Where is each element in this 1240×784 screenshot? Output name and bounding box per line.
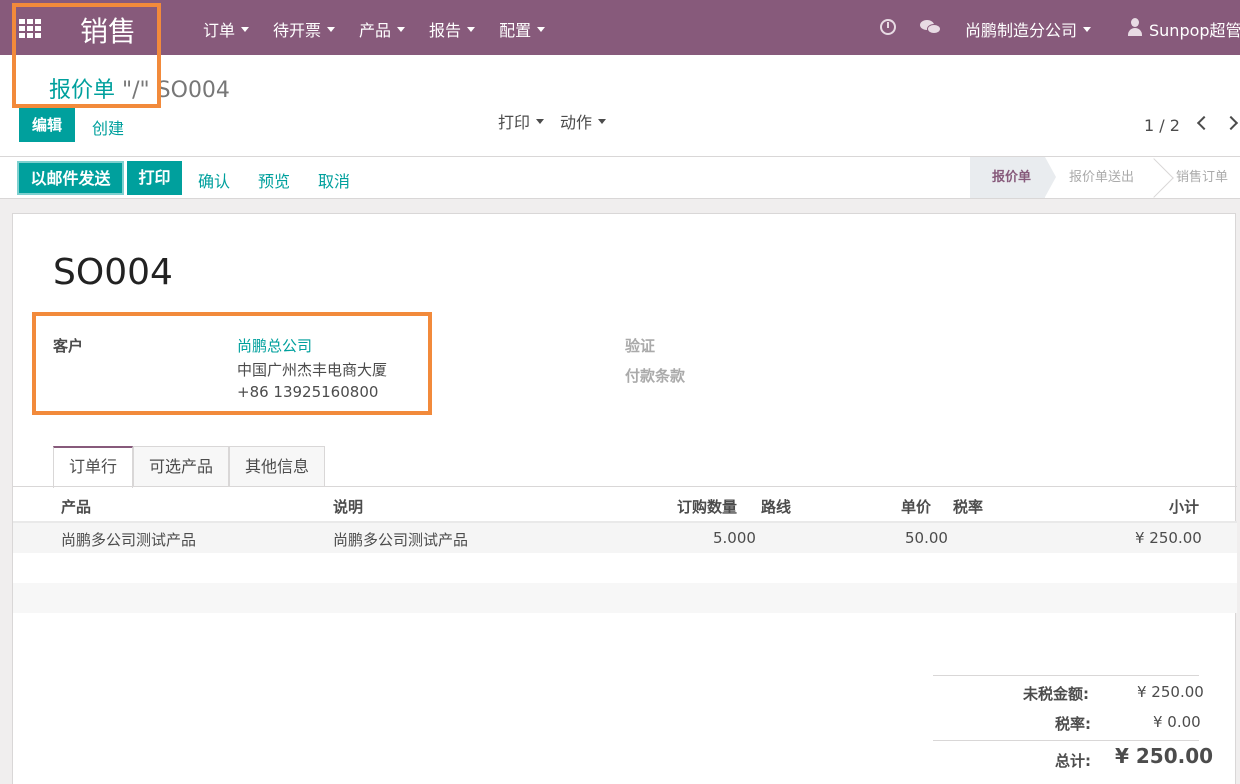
preview-button[interactable]: 预览 <box>258 168 290 192</box>
breadcrumb-current: SO004 <box>156 78 230 103</box>
chevron-left-icon[interactable] <box>1196 115 1212 131</box>
caret-down-icon <box>537 27 546 32</box>
highlight-box-app-title <box>12 3 161 108</box>
pager-value[interactable]: 1 / 2 <box>1144 116 1180 135</box>
document-title: SO004 <box>53 252 173 293</box>
top-menu: 订单 待开票 产品 报告 配置 <box>203 17 569 41</box>
table-row[interactable] <box>13 523 1237 553</box>
caret-down-icon <box>467 27 476 32</box>
col-product[interactable]: 产品 <box>61 496 91 517</box>
col-route[interactable]: 路线 <box>761 496 791 517</box>
tax-value: ¥ 0.00 <box>1153 713 1201 731</box>
cell-unit-price[interactable]: 50.00 <box>905 529 948 547</box>
menu-config[interactable]: 配置 <box>499 17 546 41</box>
cell-product[interactable]: 尚鹏多公司测试产品 <box>61 529 196 550</box>
empty-row <box>13 583 1237 613</box>
col-tax[interactable]: 税率 <box>953 496 983 517</box>
caret-down-icon <box>241 27 250 32</box>
stage-quotation-sent[interactable]: 报价单送出 <box>1069 157 1134 198</box>
untaxed-amount-value: ¥ 250.00 <box>1137 683 1204 701</box>
action-dropdown[interactable]: 动作 <box>560 109 607 133</box>
totals-bottom-divider <box>933 740 1199 741</box>
menu-products[interactable]: 产品 <box>359 17 406 41</box>
caret-down-icon <box>598 119 607 124</box>
edit-button[interactable]: 编辑 <box>19 108 75 142</box>
tax-label: 税率: <box>1055 715 1091 733</box>
tab-divider <box>13 486 1237 487</box>
create-button[interactable]: 创建 <box>92 115 124 139</box>
highlight-box-customer <box>32 312 432 415</box>
caret-down-icon <box>1083 27 1092 32</box>
cell-subtotal: ¥ 250.00 <box>1135 529 1202 547</box>
chevron-right-icon[interactable] <box>1223 115 1239 131</box>
stage-separator <box>1160 157 1174 198</box>
top-navbar: 销售 订单 待开票 产品 报告 配置 尚鹏制造分公司 Sunpop超管 <box>0 0 1240 55</box>
activity-clock-icon[interactable] <box>880 19 896 35</box>
stage-arrow <box>1045 157 1056 197</box>
caret-down-icon <box>327 27 336 32</box>
tab-optional-products[interactable]: 可选产品 <box>133 446 230 487</box>
payment-terms-label: 付款条款 <box>625 367 686 385</box>
menu-to-invoice[interactable]: 待开票 <box>273 17 336 41</box>
caret-down-icon <box>397 27 406 32</box>
col-description[interactable]: 说明 <box>333 496 363 517</box>
col-subtotal[interactable]: 小计 <box>1169 496 1199 517</box>
confirm-button[interactable]: 确认 <box>198 168 230 192</box>
company-switcher[interactable]: 尚鹏制造分公司 <box>965 17 1092 41</box>
user-icon[interactable] <box>1128 18 1142 36</box>
tab-other-info[interactable]: 其他信息 <box>229 446 326 487</box>
totals-top-divider <box>933 675 1199 676</box>
empty-row <box>13 553 1237 583</box>
user-menu[interactable]: Sunpop超管 <box>1149 17 1240 41</box>
print-button[interactable]: 打印 <box>127 161 182 195</box>
print-dropdown[interactable]: 打印 <box>498 109 545 133</box>
stage-sales-order[interactable]: 销售订单 <box>1176 157 1228 198</box>
form-sheet: SO004 客户 尚鹏总公司 中国广州杰丰电商大厦 +86 1392516080… <box>12 213 1237 784</box>
control-panel: 报价单 "/" SO004 编辑 创建 打印 动作 1 / 2 <box>0 55 1240 157</box>
cell-quantity[interactable]: 5.000 <box>713 529 756 547</box>
col-unit-price[interactable]: 单价 <box>901 496 931 517</box>
chat-icon[interactable] <box>920 18 942 36</box>
status-bar: 以邮件发送 打印 确认 预览 取消 报价单 报价单送出 销售订单 <box>0 157 1240 199</box>
send-by-email-button[interactable]: 以邮件发送 <box>17 161 124 195</box>
caret-down-icon <box>536 119 545 124</box>
total-label: 总计: <box>1055 752 1091 770</box>
untaxed-amount-label: 未税金额: <box>1023 685 1089 703</box>
cell-description[interactable]: 尚鹏多公司测试产品 <box>333 529 468 550</box>
notebook-tabs: 订单行 可选产品 其他信息 <box>53 446 326 488</box>
menu-reports[interactable]: 报告 <box>429 17 476 41</box>
total-value: ¥ 250.00 <box>1115 744 1214 768</box>
menu-orders[interactable]: 订单 <box>203 17 250 41</box>
stage-quotation[interactable]: 报价单 <box>970 157 1045 198</box>
col-quantity[interactable]: 订购数量 <box>677 496 737 517</box>
tab-order-lines[interactable]: 订单行 <box>53 446 134 488</box>
cancel-button[interactable]: 取消 <box>318 168 350 192</box>
validity-label: 验证 <box>625 337 656 355</box>
